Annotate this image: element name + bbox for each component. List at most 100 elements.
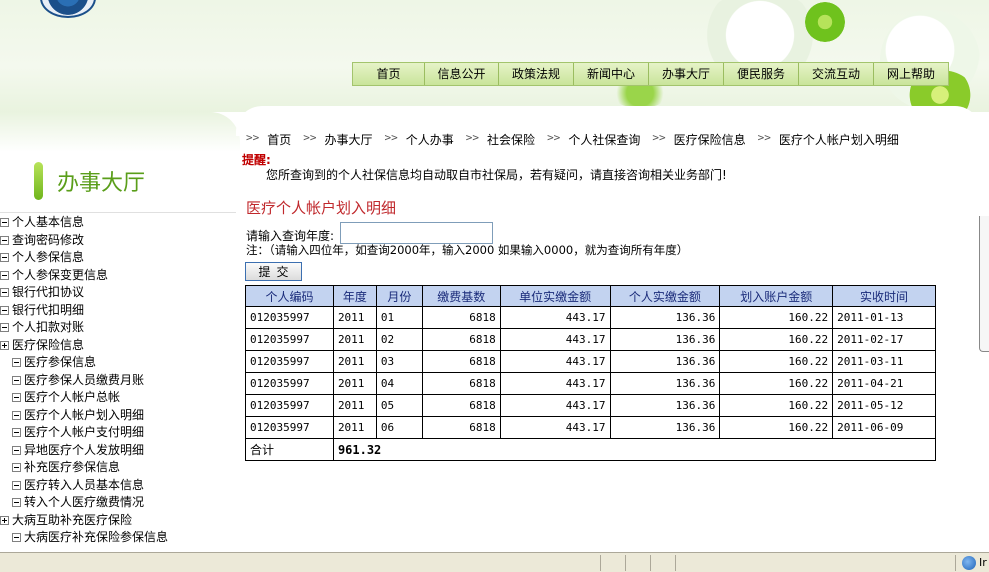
breadcrumb-item[interactable]: 个人办事 [406,131,454,148]
sidebar-item[interactable]: 补充医疗参保信息 [0,459,168,477]
sidebar-item[interactable]: 医疗个人帐户支付明细 [0,424,168,442]
tree-minus-icon[interactable] [12,533,21,543]
sidebar-item[interactable]: 医疗参保信息 [0,354,168,372]
sidebar-item[interactable]: 异地医疗个人发放明细 [0,442,168,460]
sidebar-item-label: 异地医疗个人发放明细 [24,442,145,457]
sidebar-title: 办事大厅 [57,171,146,196]
breadcrumb-separator: >> [652,131,666,144]
sidebar-item-label: 医疗参保人员缴费月账 [24,372,145,387]
breadcrumb-item[interactable]: 社会保险 [487,131,535,148]
nav-item[interactable]: 交流互动 [799,63,874,85]
tree-minus-icon[interactable] [0,323,9,333]
status-cell [675,555,676,571]
breadcrumb-item[interactable]: 医疗保险信息 [674,131,746,148]
table-cell: 2011-03-11 [832,350,936,373]
tree-plus-icon[interactable] [0,340,9,350]
sidebar-item[interactable]: 医疗转入人员基本信息 [0,477,168,495]
breadcrumb-separator: >> [303,131,317,144]
table-cell: 05 [375,394,423,417]
tree-minus-icon[interactable] [12,375,21,385]
breadcrumb-item[interactable]: 医疗个人帐户划入明细 [779,131,899,148]
column-header: 个人实缴金额 [609,285,721,307]
year-input[interactable] [340,222,493,244]
tree-minus-icon[interactable] [12,410,21,420]
sidebar-item-label: 银行代扣明细 [12,302,85,317]
nav-item[interactable]: 信息公开 [425,63,499,85]
sidebar-item[interactable]: 银行代扣协议 [0,284,168,302]
tree-minus-icon[interactable] [12,393,21,403]
table-cell: 02 [375,328,423,351]
logo-emblem[interactable] [40,0,96,18]
sidebar-item[interactable]: 银行代扣明细 [0,302,168,320]
tree-minus-icon[interactable] [12,498,21,508]
status-cell [650,555,651,571]
reminder-text: 您所查询到的个人社保信息均自动取自市社保局，若有疑问，请直接咨询相关业务部门! [266,168,727,182]
tree-minus-icon[interactable] [12,480,21,490]
table-cell: 06 [375,416,423,439]
table-cell: 6818 [421,372,501,395]
breadcrumb-item[interactable]: 个人社保查询 [568,131,640,148]
table-cell: 2011-04-21 [832,372,936,395]
sidebar-tree: 个人基本信息 查询密码修改 个人参保信息 个人参保变更信息 银行代扣协议 银行代扣明细个人… [0,214,168,547]
nav-item[interactable]: 政策法规 [499,63,574,85]
sidebar-divider [0,212,236,213]
tree-minus-icon[interactable] [12,463,21,473]
table-cell: 012035997 [245,306,334,329]
nav-item[interactable]: 便民服务 [724,63,799,85]
sidebar-item[interactable]: 医疗保险信息 [0,337,168,355]
nav-item[interactable]: 办事大厅 [649,63,724,85]
sidebar: 办事大厅 个人基本信息 查询密码修改 个人参保信息 个人参保变更信息 银行代扣协议 银行代… [0,150,240,550]
table-cell: 443.17 [499,416,611,439]
table-row: 012035997 2011 02 6818 443.17 136.36 160.22 201… [245,328,936,351]
sidebar-item-label: 医疗转入人员基本信息 [24,477,145,492]
table-cell: 443.17 [499,372,611,395]
sidebar-item[interactable]: 个人扣款对账 [0,319,168,337]
tree-minus-icon[interactable] [0,253,9,263]
sidebar-item[interactable]: 个人基本信息 [0,214,168,232]
status-zone-text: Ir [979,556,987,569]
table-cell: 012035997 [245,394,334,417]
column-header: 缴费基数 [421,285,501,307]
status-cell [625,555,626,571]
sidebar-item[interactable]: 转入个人医疗缴费情况 [0,494,168,512]
sidebar-item[interactable]: 医疗个人帐户划入明细 [0,407,168,425]
main-nav: 首页 信息公开 政策法规 新闻中心 办事大厅 便民服务 交流互动 网上帮助 [352,62,949,86]
table-cell: 012035997 [245,416,334,439]
tree-minus-icon[interactable] [12,428,21,438]
status-bar: Ir [0,552,989,572]
tree-minus-icon[interactable] [12,358,21,368]
sidebar-item[interactable]: 大病互助补充医疗保险 [0,512,168,530]
table-row: 012035997 2011 04 6818 443.17 136.36 160.22 201… [245,372,936,395]
sidebar-item[interactable]: 医疗参保人员缴费月账 [0,372,168,390]
tree-minus-icon[interactable] [0,235,9,245]
table-body: 012035997 2011 01 6818 443.17 136.36 160.22 201… [245,306,937,461]
breadcrumb-item[interactable]: 首页 [267,131,291,148]
sidebar-item[interactable]: 查询密码修改 [0,232,168,250]
table-cell: 443.17 [499,306,611,329]
tree-minus-icon[interactable] [12,445,21,455]
breadcrumb-item[interactable]: 办事大厅 [325,131,373,148]
table-row: 012035997 2011 06 6818 443.17 136.36 160.22 201… [245,416,936,439]
submit-button[interactable]: 提交 [245,262,302,281]
nav-item[interactable]: 首页 [353,63,425,85]
sidebar-item[interactable]: 个人参保变更信息 [0,267,168,285]
tree-minus-icon[interactable] [0,305,9,315]
table-row: 012035997 2011 03 6818 443.17 136.36 160.22 201… [245,350,936,373]
total-value: 961.32 [332,438,937,461]
nav-item[interactable]: 新闻中心 [574,63,649,85]
tree-minus-icon[interactable] [0,218,9,228]
records-table: 个人编码 年度 月份 缴费基数 单位实缴金额 个人实缴金额 划入账户金额 实收时间 01203… [245,285,937,461]
tree-minus-icon[interactable] [0,288,9,298]
table-cell: 2011-02-17 [832,328,936,351]
sidebar-item-label: 补充医疗参保信息 [24,460,121,474]
table-cell: 2011-06-09 [832,416,936,439]
status-cell [955,555,956,571]
nav-item[interactable]: 网上帮助 [874,63,948,85]
tree-minus-icon[interactable] [0,270,9,280]
sidebar-item[interactable]: 大病医疗补充保险参保信息 [0,529,168,547]
table-cell: 04 [375,372,423,395]
sidebar-item[interactable]: 医疗个人帐户总帐 [0,389,168,407]
table-cell: 03 [375,350,423,373]
tree-plus-icon[interactable] [0,515,9,525]
sidebar-item[interactable]: 个人参保信息 [0,249,168,267]
